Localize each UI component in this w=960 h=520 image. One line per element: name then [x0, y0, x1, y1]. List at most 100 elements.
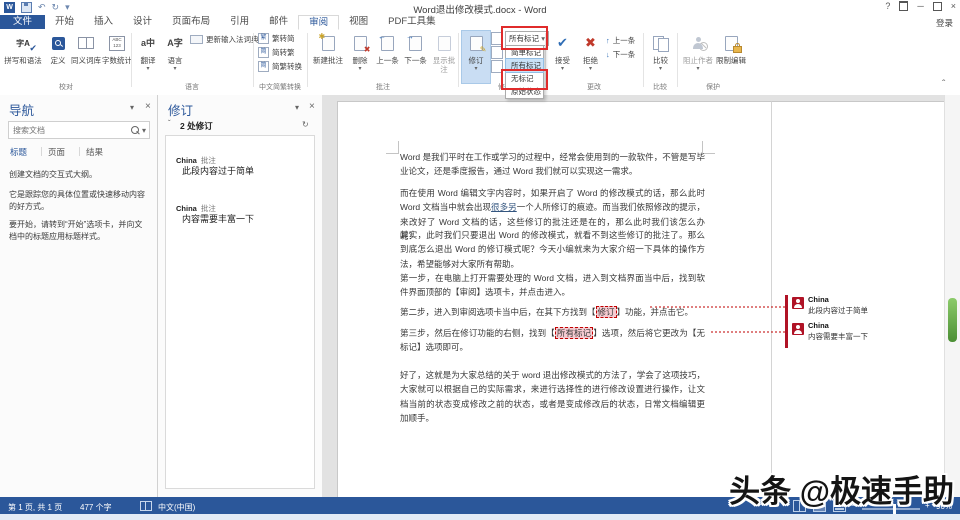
tab-references[interactable]: 引用: [220, 15, 259, 29]
trad-to-simp-button[interactable]: 繁 繁转简: [258, 32, 295, 45]
navigation-pane-title: 导航: [9, 100, 34, 119]
proofing-status-icon[interactable]: [140, 501, 152, 511]
previous-change-button[interactable]: ↑ 上一条: [606, 34, 635, 47]
group-label-comments: 批注: [353, 84, 413, 92]
tab-home[interactable]: 开始: [45, 15, 84, 29]
track-changes-button[interactable]: ✎ 修订 ▾: [462, 31, 490, 83]
comment-anchor-2[interactable]: 所有标记: [555, 327, 593, 339]
tab-design[interactable]: 设计: [123, 15, 162, 29]
group-label-protect: 保护: [683, 84, 743, 92]
restore-icon[interactable]: [933, 2, 942, 11]
minimize-icon[interactable]: ─: [917, 1, 923, 11]
previous-comment-icon: ←: [381, 36, 394, 51]
block-authors-button[interactable]: 阻止作者 ▾: [682, 31, 714, 83]
comment-leader-line: [711, 331, 785, 333]
pane-options-icon[interactable]: ▾: [130, 103, 134, 112]
next-change-button[interactable]: ↓ 下一条: [606, 48, 635, 61]
nav-hint-2: 它是跟踪您的具体位置或快速移动内容的好方式。: [9, 189, 149, 213]
help-icon[interactable]: ?: [885, 1, 890, 11]
close-icon[interactable]: ×: [951, 1, 956, 11]
ribbon-display-options-icon[interactable]: [899, 1, 908, 11]
dropdown-arrow-icon: ▾: [136, 66, 160, 72]
accept-button[interactable]: ✔ 接受 ▾: [550, 31, 575, 83]
pane-close-icon[interactable]: ×: [309, 101, 315, 112]
tab-page-layout[interactable]: 页面布局: [162, 15, 220, 29]
search-options-icon[interactable]: ▾: [142, 126, 146, 135]
restrict-editing-button[interactable]: 限制编辑: [716, 31, 746, 83]
define-search-icon: [52, 37, 65, 50]
group-label-chinese-conversion: 中文简繁转换: [250, 84, 310, 92]
simp-trad-convert-button[interactable]: 简 简繁转换: [258, 60, 302, 73]
tab-view[interactable]: 视图: [339, 15, 378, 29]
reviewing-pane-icon: [491, 60, 503, 73]
tab-pdf-tools[interactable]: PDF工具集: [378, 15, 446, 29]
tab-insert[interactable]: 插入: [84, 15, 123, 29]
word-count-indicator[interactable]: 477 个字: [80, 502, 112, 513]
title-bar: W ↶ ↻ ▾ Word退出修改模式.docx - Word ? ─ ×: [0, 0, 960, 15]
compare-button[interactable]: 比较 ▾: [647, 31, 674, 83]
paragraph-3: 其实，此时我们只要退出 Word 的修改模式，就看不到这些修订的批注了。那么到底…: [400, 228, 705, 271]
nav-tab-headings[interactable]: 标题: [10, 146, 27, 158]
pane-close-icon[interactable]: ×: [145, 101, 151, 112]
comment-anchor-1[interactable]: 修订: [596, 306, 617, 318]
nav-tab-pages[interactable]: 页面: [48, 146, 65, 158]
spelling-grammar-button[interactable]: 字A✔ 拼写和语法: [3, 31, 43, 83]
language-button[interactable]: A字 语言 ▾: [163, 31, 187, 83]
nav-tab-results[interactable]: 结果: [86, 146, 103, 158]
tab-review[interactable]: 审阅: [298, 15, 339, 30]
comment-bar: [785, 321, 788, 348]
word-count-button[interactable]: ABC123 字数统计: [102, 31, 132, 83]
revision-entry-text[interactable]: 此段内容过于简单: [182, 164, 254, 177]
scrollbar-thumb[interactable]: [948, 298, 957, 342]
track-changes-icon: ✎: [470, 36, 483, 51]
margin-crop-mark: [386, 141, 399, 154]
menu-item-original[interactable]: 原始状态: [506, 85, 543, 98]
display-for-review-icon: [491, 32, 503, 45]
language-indicator[interactable]: 中文(中国): [158, 502, 195, 513]
reject-button[interactable]: ✖ 拒绝 ▾: [578, 31, 603, 83]
sign-in-link[interactable]: 登录: [936, 17, 953, 29]
new-comment-icon: ✱: [322, 36, 335, 51]
group-divider: [131, 33, 132, 87]
next-comment-button[interactable]: → 下一条: [402, 31, 429, 83]
bottom-strip: [0, 514, 960, 520]
pane-options-icon[interactable]: ▾: [295, 103, 299, 112]
translate-button[interactable]: a中 翻译 ▾: [136, 31, 160, 83]
collapse-summary-icon[interactable]: ˇ: [168, 119, 171, 128]
dropdown-arrow-icon: ▾: [682, 66, 714, 72]
tab-mailings[interactable]: 邮件: [259, 15, 298, 29]
menu-item-all-markup[interactable]: 所有标记: [506, 59, 543, 72]
group-divider: [677, 33, 678, 87]
menu-item-simple-markup[interactable]: 简单标记: [506, 46, 543, 59]
menu-item-no-markup[interactable]: 无标记: [506, 72, 543, 85]
paragraph-1: Word 是我们平时在工作或学习的过程中，经常会使用到的一款软件，不管是写毕业论…: [400, 150, 705, 179]
next-change-icon: ↓: [606, 50, 610, 59]
update-ime-dictionary-button[interactable]: 更新输入法词典: [190, 33, 259, 46]
revision-entry-text[interactable]: 内容需要丰富一下: [182, 212, 254, 225]
tab-file[interactable]: 文件: [0, 15, 45, 29]
accept-check-icon: ✔: [557, 39, 568, 48]
dropdown-arrow-icon: ▾: [163, 66, 187, 72]
collapse-ribbon-icon[interactable]: ˆ: [942, 79, 945, 90]
vertical-scrollbar[interactable]: [944, 95, 960, 497]
previous-comment-button[interactable]: ← 上一条: [374, 31, 401, 83]
group-divider: [545, 33, 546, 87]
search-icon[interactable]: [131, 126, 139, 134]
show-comments-button[interactable]: 显示批注: [430, 31, 458, 83]
delete-comment-button[interactable]: ✖ 删除 ▾: [348, 31, 372, 83]
block-authors-icon: [692, 37, 704, 49]
revisions-pane: 修订 ▾ × ˇ 2 处修订 ↻ China批注 此段内容过于简单 China批…: [158, 95, 323, 497]
new-comment-button[interactable]: ✱ 新建批注: [311, 31, 345, 83]
display-for-review-select[interactable]: 所有标记 ▾: [505, 31, 549, 46]
page-indicator[interactable]: 第 1 页, 共 1 页: [8, 502, 62, 513]
thesaurus-book-icon: [78, 37, 94, 49]
simp-to-trad-button[interactable]: 简 简转繁: [258, 46, 295, 59]
define-button[interactable]: 定义: [46, 31, 70, 83]
dropdown-arrow-icon: ▾: [647, 66, 674, 72]
lock-icon: [733, 46, 742, 53]
search-box: ▾: [8, 121, 150, 139]
refresh-icon[interactable]: ↻: [302, 120, 309, 129]
thesaurus-button[interactable]: 同义词库: [71, 31, 101, 83]
comment-author: China: [808, 321, 829, 330]
search-input[interactable]: [9, 126, 128, 135]
